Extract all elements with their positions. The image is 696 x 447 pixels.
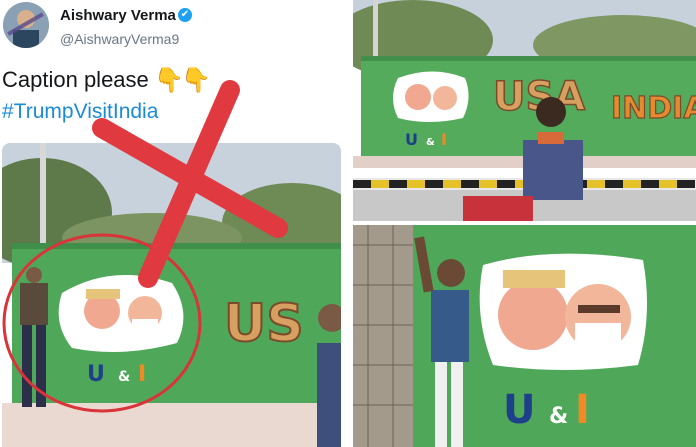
photo-mural-usa-india[interactable]: U & I USA INDIA [353, 0, 696, 221]
author-handle[interactable]: @AishwaryVerma9 [60, 31, 179, 47]
mural-amp: & [118, 369, 130, 385]
avatar[interactable] [3, 2, 49, 48]
mural-u-letter: U [503, 387, 535, 433]
mural-i-letter: I [441, 130, 447, 149]
tweet-panel: Aishwary Verma ✔ @AishwaryVerma9 Caption… [0, 0, 347, 447]
mural-india-text: INDIA [611, 91, 696, 126]
mural-u-letter: U [87, 362, 105, 387]
verified-check-icon: ✔ [178, 8, 192, 22]
author-name[interactable]: Aishwary Verma [60, 7, 176, 24]
photo-selfie-mural[interactable]: U & I [353, 225, 696, 447]
red-x-mark-icon [92, 80, 288, 288]
mural-us-text: US [224, 294, 304, 354]
mural-i-letter: I [575, 387, 590, 433]
mural-i-letter: I [138, 362, 146, 387]
mural-u-letter: U [405, 130, 418, 149]
mural-amp: & [549, 404, 568, 429]
mural-amp: & [426, 137, 435, 148]
